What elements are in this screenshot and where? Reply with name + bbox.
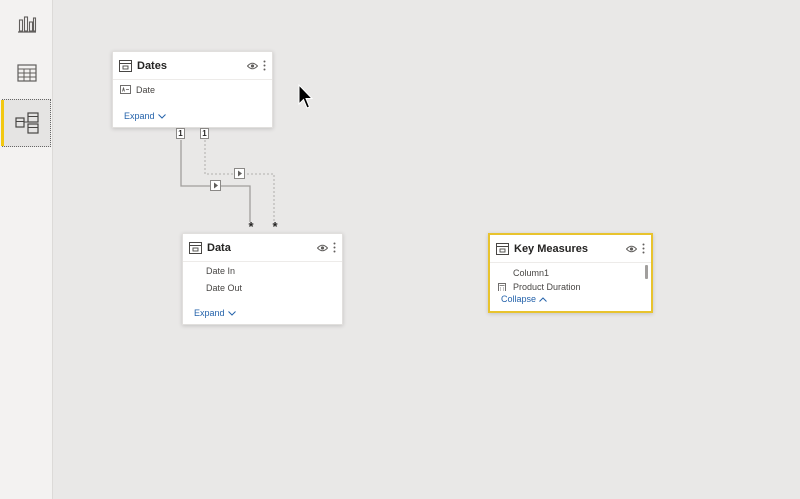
model-view-button[interactable] [1,99,51,147]
model-diagram-icon [14,112,39,134]
calendar-text-icon [120,85,131,94]
chevron-down-icon [227,310,236,316]
field-label: Date [136,84,156,95]
arrow-right-icon [237,170,242,177]
expand-link[interactable]: Expand [124,111,166,121]
table-grid-icon [16,64,37,82]
field-row[interactable]: Product Duration [490,281,651,291]
chevron-down-icon [157,113,166,119]
field-row[interactable]: Date In [183,262,342,279]
table-icon [189,241,202,254]
table-card-dates[interactable]: Dates Date Expand [112,51,273,128]
more-options-icon[interactable] [263,60,266,71]
chevron-up-icon [539,296,547,302]
cardinality-many-marker: * [272,218,278,234]
cardinality-many-marker: * [248,218,254,234]
field-row[interactable]: Column1 [490,264,651,281]
bar-chart-icon [17,16,36,33]
collapse-label: Collapse [501,294,537,304]
cardinality-one-marker: 1 [200,128,209,139]
table-card-key-measures[interactable]: Key Measures Column1 Product Duration Co… [488,233,653,313]
collapse-link[interactable]: Collapse [501,294,547,304]
eye-icon[interactable] [626,245,637,253]
table-icon [119,59,132,72]
field-row[interactable]: Date Out [183,279,342,296]
expand-label: Expand [194,308,225,318]
cardinality-one-marker: 1 [176,128,185,139]
table-card-header[interactable]: Key Measures [490,235,651,263]
table-card-header[interactable]: Data [183,234,342,262]
view-switcher-rail [0,0,53,499]
table-icon [496,242,509,255]
report-view-button[interactable] [2,0,51,48]
relationship-direction-marker[interactable] [210,180,221,191]
field-label: Date In [206,265,236,276]
calculator-icon [498,283,506,291]
mouse-pointer-icon [298,84,314,109]
table-title: Dates [137,59,167,72]
arrow-right-icon [213,182,218,189]
expand-label: Expand [124,111,155,121]
table-title: Data [207,241,231,254]
table-card-data[interactable]: Data Date In Date Out Expand [182,233,343,325]
table-title: Key Measures [514,242,588,255]
expand-link[interactable]: Expand [194,308,236,318]
more-options-icon[interactable] [642,243,645,254]
table-card-header[interactable]: Dates [113,52,272,80]
field-label: Column1 [513,267,550,278]
field-row[interactable]: Date [113,81,272,98]
relationship-direction-marker[interactable] [234,168,245,179]
eye-icon[interactable] [247,62,258,70]
field-label: Product Duration [513,282,581,291]
field-label: Date Out [206,282,243,293]
eye-icon[interactable] [317,244,328,252]
more-options-icon[interactable] [333,242,336,253]
data-view-button[interactable] [2,49,51,97]
